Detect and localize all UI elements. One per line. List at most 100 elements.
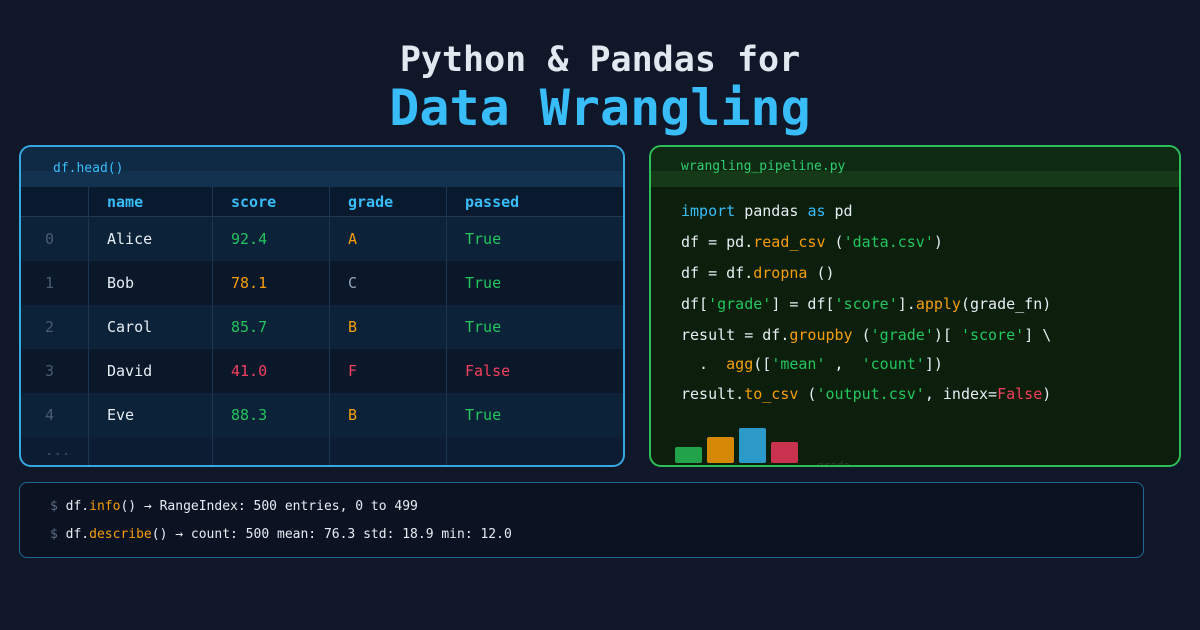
terminal-line-1: $ df.info() → RangeIndex: 500 entries, 0… — [50, 499, 418, 514]
cell-grade: B — [348, 406, 358, 424]
table-ellipsis: ... — [45, 443, 71, 459]
grade-bar-label: C — [739, 465, 745, 467]
terminal-function: info — [89, 499, 121, 514]
code-text: , — [825, 355, 862, 373]
cell-score: 88.3 — [231, 406, 268, 424]
code-line-6: . agg(['mean' , 'count']) — [681, 355, 943, 373]
column-header-passed[interactable]: passed — [465, 187, 519, 217]
table-row[interactable]: 1 Bob 78.1 C True — [21, 261, 623, 305]
grade-bar-label: A — [675, 465, 681, 467]
cell-name: Bob — [107, 274, 135, 292]
code-text: pandas — [735, 202, 808, 220]
code-line-3: df = df.dropna () — [681, 264, 835, 282]
table-row[interactable]: 3 David 41.0 F False — [21, 349, 623, 393]
title-line1: Python & Pandas for — [399, 40, 801, 80]
code-string: 'grade' — [708, 295, 772, 313]
code-text: ( — [798, 385, 817, 403]
cell-name: Alice — [107, 230, 153, 248]
grade-bar-c — [739, 428, 766, 463]
code-boolean: False — [997, 385, 1043, 403]
column-divider — [329, 187, 330, 465]
grade-bar-label: F — [771, 465, 777, 467]
table-row[interactable]: 0 Alice 92.4 A True — [21, 217, 623, 261]
code-text: ( — [852, 326, 871, 344]
code-text: ) — [933, 233, 943, 251]
grade-bar-a — [675, 447, 702, 463]
prompt-symbol: $ — [50, 527, 66, 542]
prompt-symbol: $ — [50, 499, 66, 514]
code-text: ] = df[ — [771, 295, 835, 313]
cell-name: Carol — [107, 318, 153, 336]
code-text: result. — [681, 385, 745, 403]
table-row[interactable]: 2 Carol 85.7 B True — [21, 305, 623, 349]
page-title: Python & Pandas for Data Wrangling — [0, 38, 1200, 134]
code-line-2: df = pd.read_csv ('data.csv') — [681, 233, 943, 251]
code-function: apply — [915, 295, 961, 313]
cell-name: David — [107, 362, 153, 380]
column-divider — [446, 187, 447, 465]
cell-grade: A — [348, 230, 358, 248]
cell-score: 78.1 — [231, 274, 268, 292]
code-text: () — [807, 264, 835, 282]
code-line-5: result = df.groupby ('grade')[ 'score'] … — [681, 326, 1051, 344]
cell-passed: True — [465, 274, 502, 292]
cell-grade: F — [348, 362, 358, 380]
column-divider — [88, 187, 89, 465]
dataframe-panel-label: df.head() — [53, 161, 124, 176]
code-panel: wrangling_pipeline.py import pandas as p… — [649, 145, 1181, 467]
table-row[interactable]: 4 Eve 88.3 B True — [21, 393, 623, 437]
grade-bar-f — [771, 442, 798, 463]
code-text: df = df. — [681, 264, 754, 282]
cell-name: Eve — [107, 406, 135, 424]
grade-bar-label: B — [707, 465, 713, 467]
code-panel-header: wrangling_pipeline.py — [651, 147, 1179, 187]
code-string: 'mean' — [771, 355, 826, 373]
keyword-as: as — [807, 202, 826, 220]
table-header-row: name score grade passed — [21, 187, 623, 217]
code-function: agg — [726, 355, 754, 373]
column-header-name[interactable]: name — [107, 187, 143, 217]
code-function: to_csv — [744, 385, 799, 403]
row-index: 1 — [45, 274, 55, 292]
code-string: 'score' — [960, 326, 1025, 344]
terminal-text: () → RangeIndex: 500 entries, 0 to 499 — [120, 499, 418, 514]
cell-score: 85.7 — [231, 318, 268, 336]
code-function: read_csv — [753, 233, 826, 251]
keyword-import: import — [681, 202, 736, 220]
code-text: df[ — [681, 295, 709, 313]
code-function: dropna — [753, 264, 808, 282]
dataframe-panel-header: df.head() — [21, 147, 623, 187]
grade-bar-b — [707, 437, 734, 463]
cell-passed: True — [465, 318, 502, 336]
code-string: 'output.csv' — [816, 385, 925, 403]
code-text: ([ — [753, 355, 772, 373]
code-text: ] \ — [1024, 326, 1052, 344]
column-header-grade[interactable]: grade — [348, 187, 393, 217]
code-text: ) — [1042, 385, 1052, 403]
chart-caption: grade distribution — [817, 459, 851, 467]
code-line-1: import pandas as pd — [681, 202, 853, 220]
cell-score: 41.0 — [231, 362, 268, 380]
terminal-text: () → count: 500 mean: 76.3 std: 18.9 min… — [151, 527, 512, 542]
terminal-text: df. — [65, 499, 90, 514]
row-index: 3 — [45, 362, 55, 380]
cell-grade: B — [348, 318, 358, 336]
cell-passed: True — [465, 230, 502, 248]
code-string: 'count' — [861, 355, 925, 373]
column-header-score[interactable]: score — [231, 187, 276, 217]
terminal-function: describe — [89, 527, 152, 542]
row-index: 2 — [45, 318, 55, 336]
code-text: result = df. — [681, 326, 790, 344]
row-index: 0 — [45, 230, 55, 248]
cell-passed: True — [465, 406, 502, 424]
code-text: ]) — [924, 355, 943, 373]
dataframe-panel: df.head() name score grade passed 0 Alic… — [19, 145, 625, 467]
code-text: pd — [825, 202, 853, 220]
code-text: , index= — [924, 385, 998, 403]
code-string: 'data.csv' — [843, 233, 934, 251]
code-line-7: result.to_csv ('output.csv', index=False… — [681, 385, 1051, 403]
code-file-name[interactable]: wrangling_pipeline.py — [681, 159, 845, 174]
code-string: 'grade' — [870, 326, 934, 344]
column-divider — [212, 187, 213, 465]
terminal-output: $ df.info() → RangeIndex: 500 entries, 0… — [19, 482, 1144, 558]
